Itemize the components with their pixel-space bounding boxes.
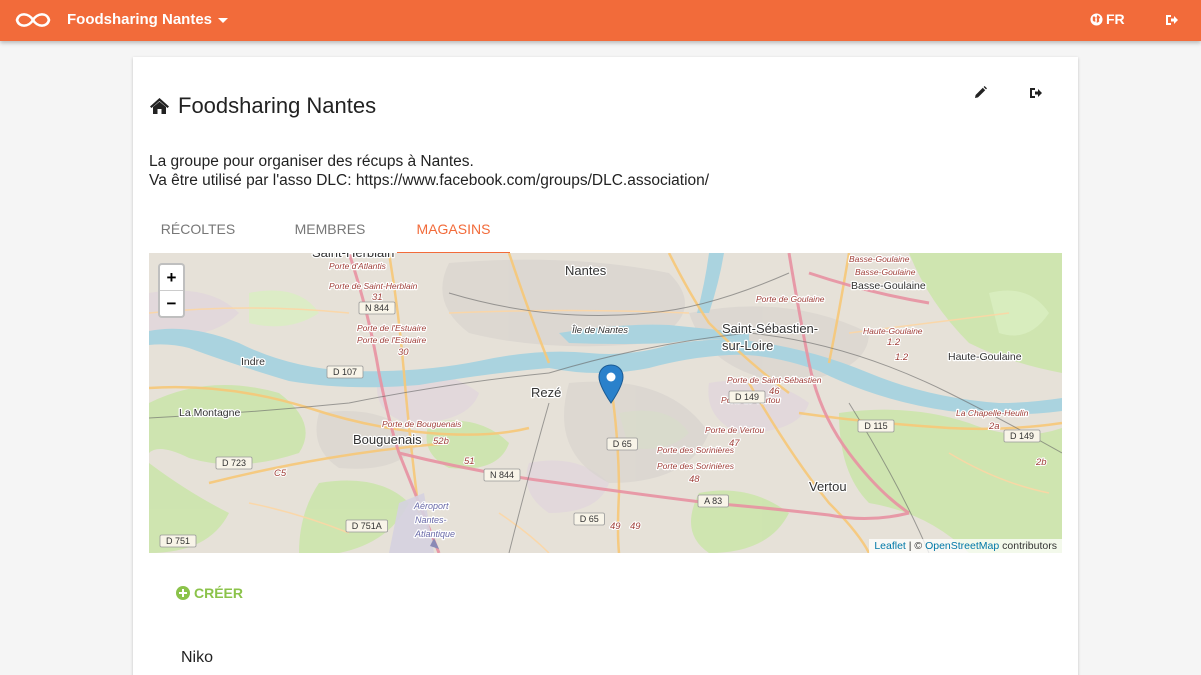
- map-place-label: La Montagne: [179, 407, 240, 419]
- exit-number-label: 47: [729, 438, 740, 449]
- sign-out-icon[interactable]: [1164, 12, 1180, 28]
- map-place-label: Basse-Goulaine: [851, 280, 926, 292]
- map-place-label: Haute-Goulaine: [948, 351, 1022, 363]
- create-store-label: CRÉER: [194, 585, 244, 601]
- attribution-contributors: contributors: [999, 540, 1057, 552]
- group-title-text: Foodsharing Nantes: [178, 93, 377, 118]
- map-place-label: Haute-Goulaine: [863, 326, 923, 336]
- exit-number-label: 49: [630, 521, 641, 532]
- group-tabs: RÉCOLTES MEMBRES MAGASINS: [149, 212, 1061, 254]
- tab-membres[interactable]: MEMBRES: [281, 212, 379, 254]
- exit-number-label: 30: [398, 347, 409, 358]
- road-number-label: D 149: [1010, 431, 1034, 441]
- map-place-label: La Chapelle-Heulin: [956, 408, 1029, 418]
- store-list-item[interactable]: Niko: [181, 649, 213, 667]
- exit-number-label: 1.2: [895, 352, 909, 363]
- map-place-label: Porte d'Atlantis: [329, 261, 387, 271]
- map-place-label: Aéroport: [413, 501, 449, 511]
- exit-number-label: 48: [689, 474, 700, 485]
- road-number-label: D 65: [580, 514, 599, 524]
- leaflet-link[interactable]: Leaflet: [874, 540, 906, 552]
- map-place-label: Porte de Vertou: [705, 425, 764, 435]
- exit-number-label: 2b: [1035, 457, 1047, 468]
- road-number-label: D 149: [735, 392, 759, 402]
- map-place-label: Porte de Saint-Herblain: [329, 281, 418, 291]
- road-number-label: N 844: [490, 470, 514, 480]
- attribution-separator: | ©: [905, 540, 926, 552]
- map-place-label: Basse-Goulaine: [849, 254, 910, 264]
- zoom-in-button[interactable]: +: [160, 265, 183, 291]
- map-place-label: Vertou: [809, 479, 847, 494]
- top-navbar: Foodsharing Nantes FR: [0, 0, 1201, 41]
- map-place-label: Île de Nantes: [572, 325, 628, 336]
- map-place-label: Bouguenais: [353, 432, 422, 447]
- infinity-logo-icon[interactable]: [13, 9, 53, 31]
- map-place-label: Porte de Saint-Sébastien: [727, 375, 822, 385]
- tab-recoltes[interactable]: RÉCOLTES: [149, 212, 247, 254]
- road-number-label: D 107: [333, 367, 357, 377]
- exit-number-label: 49: [610, 521, 621, 532]
- road-number-label: A 83: [704, 496, 722, 506]
- road-number-label: D 751A: [352, 521, 382, 531]
- sign-out-icon[interactable]: [1028, 85, 1044, 101]
- language-label: FR: [1106, 11, 1125, 27]
- road-number-label: D 751: [166, 536, 190, 546]
- map-place-label: sur-Loire: [722, 338, 773, 353]
- openstreetmap-link[interactable]: OpenStreetMap: [925, 540, 999, 552]
- group-switcher-label: Foodsharing Nantes: [67, 11, 213, 28]
- map-place-label: Rezé: [531, 385, 561, 400]
- exit-number-label: 2a: [988, 421, 1000, 432]
- map-place-label: Indre: [241, 356, 265, 368]
- road-number-label: D 115: [864, 421, 887, 431]
- map-place-label: Atlantique: [414, 529, 455, 539]
- group-description: La groupe pour organiser des récups à Na…: [149, 152, 709, 190]
- road-number-label: D 65: [613, 439, 632, 449]
- exit-number-label: 51: [464, 456, 475, 467]
- map-place-label: Porte de Goulaine: [756, 294, 825, 304]
- map-place-label: Saint-Sébastien-: [722, 321, 818, 336]
- page-title: Foodsharing Nantes: [149, 93, 376, 119]
- map-place-label: Porte de Bouguenais: [382, 419, 462, 429]
- map-attribution: Leaflet | © OpenStreetMap contributors: [869, 539, 1062, 553]
- road-number-label: D 723: [222, 458, 246, 468]
- map-marker-icon[interactable]: [598, 364, 624, 404]
- exit-number-label: 46: [769, 386, 780, 397]
- tab-magasins[interactable]: MAGASINS: [397, 212, 510, 254]
- description-line: Va être utilisé par l'asso DLC: https://…: [149, 172, 710, 189]
- plus-circle-icon: [176, 586, 190, 600]
- exit-number-label: C5: [274, 468, 287, 479]
- exit-number-label: 52b: [433, 436, 449, 447]
- exit-number-label: 31: [372, 292, 383, 303]
- map-place-label: Porte de l'Estuaire: [357, 323, 426, 333]
- map-place-label: Basse-Goulaine: [855, 267, 916, 277]
- road-number-label: N 844: [365, 303, 389, 313]
- create-store-button[interactable]: CRÉER: [176, 585, 243, 601]
- language-switcher[interactable]: FR: [1090, 11, 1125, 27]
- pencil-icon[interactable]: [972, 85, 988, 101]
- map-place-label: Nantes-: [415, 515, 447, 525]
- map-place-label: Porte des Sorinières: [657, 445, 735, 455]
- description-line: La groupe pour organiser des récups à Na…: [149, 153, 474, 170]
- map-place-label: Porte des Sorinières: [657, 461, 735, 471]
- group-card: Foodsharing Nantes La groupe pour organi…: [133, 57, 1078, 675]
- group-switcher-dropdown[interactable]: Foodsharing Nantes: [67, 11, 229, 28]
- home-icon: [150, 98, 169, 114]
- globe-icon: [1090, 13, 1103, 26]
- caret-down-icon: [218, 17, 229, 23]
- zoom-out-button[interactable]: −: [160, 291, 183, 317]
- exit-number-label: 1.2: [887, 337, 901, 348]
- map-place-label: Saint-Herblain: [312, 253, 394, 260]
- map-zoom-control: + −: [158, 263, 185, 318]
- stores-map[interactable]: Nantes Île de Nantes Saint-Sébastien-sur-L…: [149, 253, 1062, 553]
- map-place-label: Nantes: [565, 263, 607, 278]
- map-place-label: Porte de l'Estuaire: [357, 335, 426, 345]
